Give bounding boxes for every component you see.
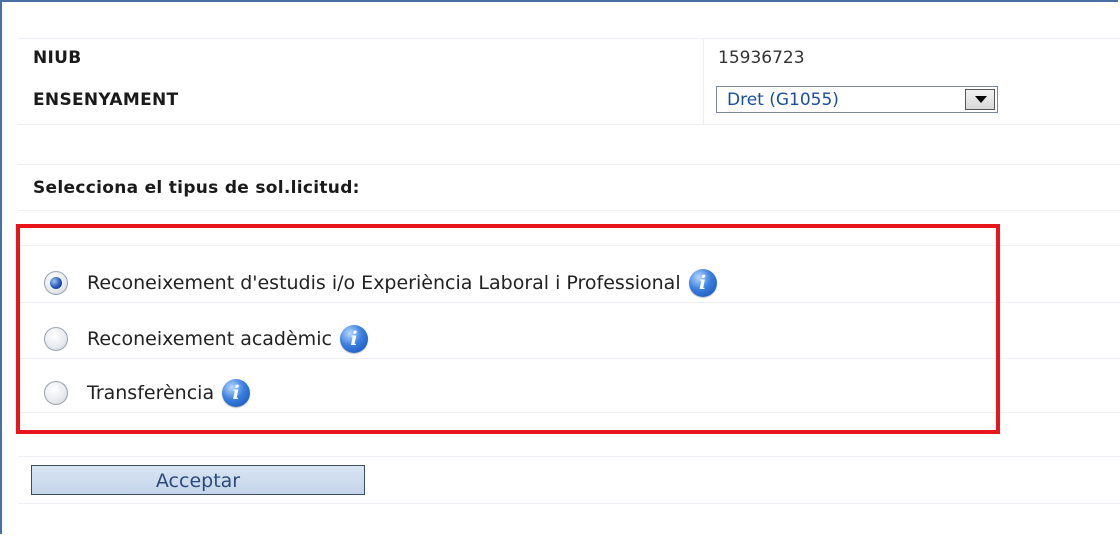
- radio-button-checked[interactable]: [44, 271, 68, 295]
- column-divider: [703, 38, 704, 124]
- ensenyament-label: ENSENYAMENT: [33, 90, 179, 110]
- accept-button[interactable]: Acceptar: [31, 465, 365, 495]
- row-divider: [18, 503, 1120, 504]
- option-label: Reconeixement d'estudis i/o Experiència …: [87, 272, 681, 294]
- ensenyament-selected-value: Dret (G1055): [727, 90, 839, 110]
- row-divider: [18, 124, 1120, 125]
- section-title: Selecciona el tipus de sol.licitud:: [33, 178, 360, 198]
- chevron-down-icon[interactable]: [965, 89, 995, 110]
- row-divider: [18, 38, 1120, 39]
- row-divider: [18, 210, 1120, 211]
- row-divider: [18, 164, 1120, 165]
- radio-button[interactable]: [44, 381, 68, 405]
- info-icon[interactable]: i: [222, 379, 251, 407]
- option-reconeixement-academic[interactable]: Reconeixement acadèmic i: [44, 324, 368, 354]
- ensenyament-select[interactable]: Dret (G1055): [716, 86, 998, 113]
- radio-button[interactable]: [44, 327, 68, 351]
- option-transferencia[interactable]: Transferència i: [44, 378, 251, 408]
- row-divider: [18, 456, 1120, 457]
- info-icon[interactable]: i: [688, 269, 717, 297]
- option-reconeixement-estudis[interactable]: Reconeixement d'estudis i/o Experiència …: [44, 268, 717, 298]
- niub-label: NIUB: [33, 48, 82, 68]
- info-icon[interactable]: i: [339, 325, 368, 353]
- niub-value: 15936723: [718, 48, 805, 68]
- option-label: Reconeixement acadèmic: [87, 328, 332, 350]
- option-label: Transferència: [87, 382, 215, 404]
